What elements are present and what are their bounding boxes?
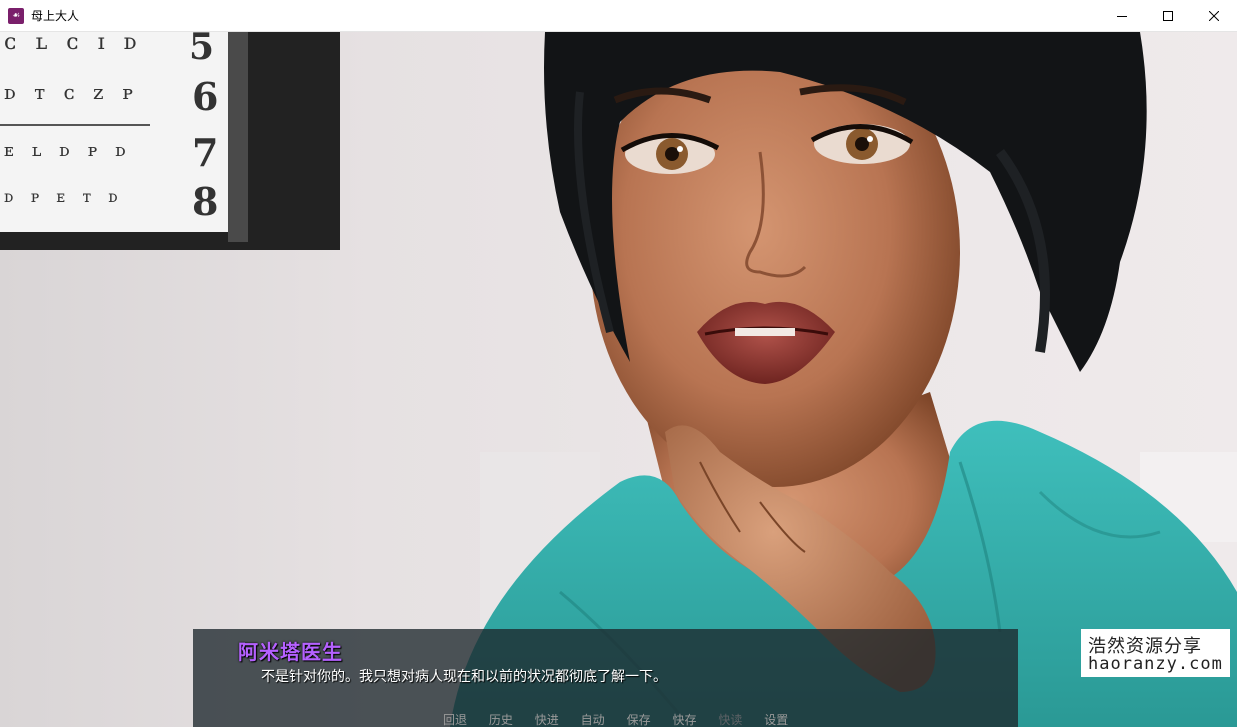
dialogue-text: 不是针对你的。我只想对病人现在和以前的状况都彻底了解一下。 <box>261 669 667 685</box>
window-controls <box>1099 0 1237 31</box>
eye-chart-number-4: 8 <box>192 179 219 224</box>
quick-menu-preferences[interactable]: 设置 <box>764 711 810 727</box>
quick-menu-skip[interactable]: 快进 <box>535 711 581 727</box>
game-scene[interactable]: ᴄ ʟ ᴄ ɪ ᴅ 5 ᴅ ᴛ ᴄ ᴢ ᴘ 6 ᴇ ʟ ᴅ ᴘ ᴅ 7 ᴅ ᴘ … <box>0 32 1237 727</box>
game-window: ☙ 母上大人 ᴄ ʟ ᴄ ɪ ᴅ 5 ᴅ ᴛ ᴄ ᴢ ᴘ 6 ᴇ ʟ ᴅ ᴘ ᴅ… <box>0 0 1237 727</box>
title-bar[interactable]: ☙ 母上大人 <box>0 0 1237 32</box>
quick-menu-rollback[interactable]: 回退 <box>443 711 489 727</box>
close-icon <box>1209 10 1219 21</box>
eye-chart-letters-2: ᴅ ᴛ ᴄ ᴢ ᴘ <box>4 80 140 104</box>
eye-chart-letters-4: ᴅ ᴘ ᴇ ᴛ ᴅ <box>4 187 124 206</box>
eye-chart-number-3: 7 <box>192 130 219 175</box>
quick-menu-quickload: 快读 <box>718 713 743 727</box>
watermark-en: haoranzy.com <box>1088 654 1223 674</box>
maximize-button[interactable] <box>1145 0 1191 31</box>
eye-chart-number-1: 5 <box>189 32 215 68</box>
maximize-icon <box>1163 10 1173 21</box>
close-button[interactable] <box>1191 0 1237 31</box>
quick-menu-auto[interactable]: 自动 <box>581 711 627 727</box>
quick-menu: 回退 历史 快进 自动 保存 快存 快读 设置 <box>443 711 810 727</box>
speaker-name: 阿米塔医生 <box>238 640 343 664</box>
quick-menu-save[interactable]: 保存 <box>627 711 673 727</box>
quick-menu-quicksave[interactable]: 快存 <box>672 711 718 727</box>
watermark: 浩然资源分享 haoranzy.com <box>1081 629 1230 677</box>
eye-chart-number-2: 6 <box>192 74 219 119</box>
minimize-icon <box>1117 15 1127 17</box>
quick-menu-history[interactable]: 历史 <box>489 711 535 727</box>
app-icon: ☙ <box>8 7 24 24</box>
scene-illustration <box>0 32 1237 727</box>
window-title: 母上大人 <box>31 9 80 23</box>
minimize-button[interactable] <box>1099 0 1145 31</box>
dialogue-box[interactable]: 阿米塔医生 不是针对你的。我只想对病人现在和以前的状况都彻底了解一下。 回退 历… <box>193 629 1018 727</box>
eye-chart-letters-3: ᴇ ʟ ᴅ ᴘ ᴅ <box>4 140 132 161</box>
eye-chart-letters-1: ᴄ ʟ ᴄ ɪ ᴅ <box>4 32 143 55</box>
